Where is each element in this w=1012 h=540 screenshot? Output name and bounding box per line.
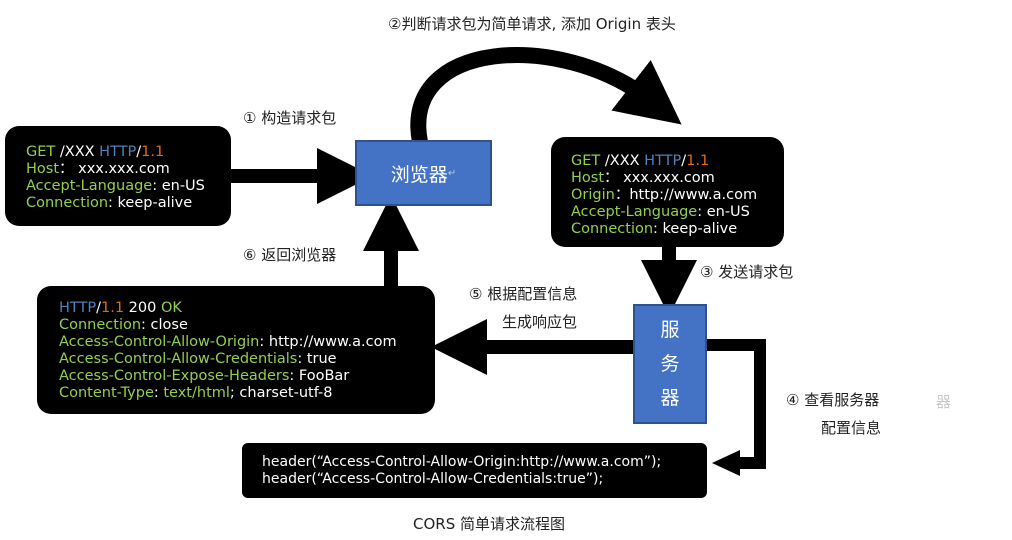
request-line: GET /XXX HTTP/1.1 xyxy=(571,153,710,169)
step-3-label: ③ 发送请求包 xyxy=(700,263,794,281)
server-char-3: 器 xyxy=(660,387,680,409)
ghost-text: 器 xyxy=(936,393,952,411)
step-5-label: ⑤ 根据配置信息 xyxy=(469,285,578,303)
allow-origin-header: Access-Control-Allow-Origin: http://www.… xyxy=(59,334,397,350)
connection-header: Connection: keep-alive xyxy=(26,195,193,211)
step-4-label-line2: 配置信息 xyxy=(821,419,882,437)
allow-credentials-header: Access-Control-Allow-Credentials: true xyxy=(59,351,337,367)
connection-header: Connection: keep-alive xyxy=(571,221,738,237)
step-2-label: ②判断请求包为简单请求, 添加 Origin 表头 xyxy=(388,15,676,33)
request-with-origin-box: GET /XXX HTTP/1.1 Host： xxx.xxx.com Orig… xyxy=(551,137,784,247)
server-char-1: 服 xyxy=(660,319,680,341)
server-config-box: header(“Access-Control-Allow-Origin:http… xyxy=(242,443,707,498)
step-6-label: ⑥ 返回浏览器 xyxy=(243,246,337,264)
browser-label: 浏览器 xyxy=(390,163,448,186)
step-1-label: ① 构造请求包 xyxy=(243,109,337,127)
origin-header: Origin：http://www.a.com xyxy=(571,187,758,203)
accept-language-header: Accept-Language: en-US xyxy=(26,178,205,194)
connection-header: Connection: close xyxy=(59,317,188,333)
host-header: Host： xxx.xxx.com xyxy=(571,170,715,186)
arrow-browser-to-request2 xyxy=(410,47,682,144)
host-header: Host： xxx.xxx.com xyxy=(26,161,170,177)
server-char-2: 务 xyxy=(660,353,680,375)
config-line-1: header(“Access-Control-Allow-Origin:http… xyxy=(262,454,662,470)
diagram-caption: CORS 简单请求流程图 xyxy=(413,515,565,533)
server-node: 服 务 器 xyxy=(633,304,707,424)
step-4-label: ④ 查看服务器 xyxy=(786,391,880,409)
accept-language-header: Accept-Language: en-US xyxy=(571,204,750,220)
expose-headers-header: Access-Control-Expose-Headers: FooBar xyxy=(59,368,350,384)
request-line: GET /XXX HTTP/1.1 xyxy=(26,144,165,160)
step-5-label-line2: 生成响应包 xyxy=(502,313,578,331)
config-line-2: header(“Access-Control-Allow-Credentials… xyxy=(262,471,604,487)
return-mark: ↵ xyxy=(447,167,457,179)
status-line: HTTP/1.1 200 OK xyxy=(59,300,182,316)
response-packet-box: HTTP/1.1 200 OK Connection: close Access… xyxy=(37,286,435,414)
content-type-header: Content-Type: text/html; charset-utf-8 xyxy=(59,385,333,401)
connector-server-to-config xyxy=(707,339,766,469)
request-packet-box: GET /XXX HTTP/1.1 Host： xxx.xxx.com Acce… xyxy=(5,126,231,226)
browser-node: 浏览器 ↵ xyxy=(355,140,492,206)
